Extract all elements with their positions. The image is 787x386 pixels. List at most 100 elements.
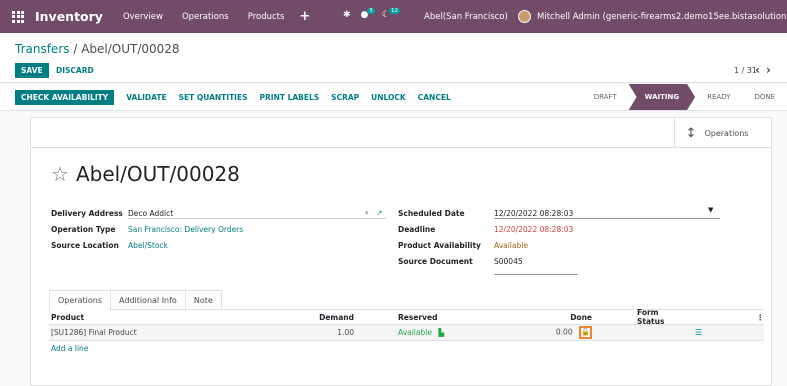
unlock-button[interactable]: UNLOCK [371,90,406,105]
field-operation-type: Operation Type San Francisco: Delivery O… [51,221,243,237]
left-fields: Delivery Address Deco Addict Operation T… [51,205,243,253]
status-bar: CHECK AVAILABILITY VALIDATE SET QUANTITI… [0,84,787,111]
table-header: Product Demand Reserved Done Form Status… [49,308,765,326]
stage-statusbar: DRAFT WAITING READY DONE [582,84,787,110]
action-buttons: CHECK AVAILABILITY VALIDATE SET QUANTITI… [15,90,463,105]
breadcrumb-transfers[interactable]: Transfers [15,42,70,56]
pager-prev-icon[interactable]: ‹ [755,63,766,77]
delivery-address-input[interactable]: Deco Addict [128,209,173,218]
apps-menu-icon[interactable] [12,10,24,23]
header-form-status[interactable]: Form Status [592,308,687,326]
row-done-value[interactable]: 0.00 [556,328,573,337]
source-document-label: Source Document [398,256,473,266]
external-link-icon[interactable]: ↗ [377,209,383,217]
activity-badge: 5 [367,8,375,14]
source-document-input[interactable]: S00045 [494,257,523,266]
field-deadline: Deadline 12/20/2022 08:28:03 [398,221,573,237]
row-product[interactable]: [SU1286] Final Product [49,328,234,337]
bug-icon[interactable]: ✱ [343,10,351,20]
pager-next-icon[interactable]: › [766,63,777,77]
cancel-button[interactable]: CANCEL [418,90,451,105]
product-availability-value: Available [494,240,528,250]
delivery-address-underline [128,218,386,219]
app-brand[interactable]: Inventory [35,9,103,24]
notebook-tabs: Operations Additional Info Note [49,290,764,311]
menu-operations[interactable]: Operations [182,12,229,22]
row-reserved-status: Available [398,328,432,337]
add-line-link[interactable]: Add a line [49,341,764,356]
check-availability-button[interactable]: CHECK AVAILABILITY [15,90,115,105]
row-demand[interactable]: 1.00 [234,328,354,337]
scheduled-date-label: Scheduled Date [398,208,465,218]
source-document-underline [494,274,578,275]
scheduled-date-caret-icon[interactable]: ▼ [708,206,713,214]
column-options-icon[interactable]: ⋮ [687,313,765,322]
tab-operations[interactable]: Operations [49,290,111,311]
field-source-location: Source Location Abel/Stock [51,237,243,253]
detailed-operations-icon[interactable]: ☰ [695,328,702,337]
company-switcher[interactable]: Abel(San Francisco) [424,0,508,33]
field-source-document: Source Document S00045 [398,253,573,269]
delivery-address-controls: ▾ ↗ [365,205,382,221]
record-name: Abel/OUT/00028 [75,162,240,186]
arrows-vertical-icon: ↕ [685,125,697,141]
operations-smart-button[interactable]: ↕ Operations [674,118,759,148]
header-product[interactable]: Product [49,313,234,322]
scheduled-date-input[interactable]: 12/20/2022 08:28:03 [494,209,573,218]
source-location-link[interactable]: Abel/Stock [128,241,168,250]
unlock-icon[interactable]: 🔓 [579,326,592,339]
delivery-address-label: Delivery Address [51,208,123,218]
star-icon[interactable]: ☆ [51,162,69,186]
form-sheet: ↕ Operations ☆ Abel/OUT/00028 Delivery A… [30,117,772,386]
top-navbar: Inventory Overview Operations Products +… [0,0,787,33]
stage-draft: DRAFT [593,93,617,101]
header-reserved[interactable]: Reserved [354,313,494,322]
page-title: ☆ Abel/OUT/00028 [51,162,240,186]
dropdown-caret-icon[interactable]: ▾ [365,209,369,217]
product-availability-label: Product Availability [398,240,481,250]
save-button[interactable]: SAVE [15,63,49,78]
scrap-button[interactable]: SCRAP [331,90,359,105]
messages-badge: 12 [388,8,400,14]
operation-type-label: Operation Type [51,224,116,234]
tab-additional-info[interactable]: Additional Info [109,290,186,310]
header-demand[interactable]: Demand [234,313,354,322]
right-fields: Scheduled Date 12/20/2022 08:28:03 Deadl… [398,205,573,269]
control-panel: Transfers / Abel/OUT/00028 SAVE DISCARD … [0,33,787,83]
deadline-label: Deadline [398,224,436,234]
breadcrumb-separator: / [69,42,82,56]
menu-plus[interactable]: + [299,9,310,24]
discard-button[interactable]: DISCARD [56,63,94,78]
menu-products[interactable]: Products [248,12,285,22]
moves-table: Product Demand Reserved Done Form Status… [49,308,765,356]
pager-buttons: ‹› [755,63,777,77]
row-done: 0.00 🔓 [494,326,592,339]
row-reserved: Available ▙ [354,328,494,337]
stage-waiting: WAITING [628,84,696,110]
user-menu[interactable]: Mitchell Admin (generic-firearms2.demo15… [518,0,787,33]
header-done[interactable]: Done [494,313,592,322]
table-row[interactable]: [SU1286] Final Product 1.00 Available ▙ … [49,325,764,341]
breadcrumb: Transfers / Abel/OUT/00028 [15,42,180,56]
tab-note[interactable]: Note [184,290,222,310]
row-details: ☰ [687,328,764,337]
source-location-label: Source Location [51,240,119,250]
breadcrumb-current: Abel/OUT/00028 [81,42,180,56]
menu-overview[interactable]: Overview [123,12,163,22]
button-box: ↕ Operations [31,118,771,148]
forecast-chart-icon[interactable]: ▙ [438,328,444,337]
pager-value[interactable]: 1 / 31 [734,66,757,75]
stage-ready: READY [707,93,731,101]
stage-done: DONE [754,93,775,101]
field-product-availability: Product Availability Available [398,237,573,253]
print-labels-button[interactable]: PRINT LABELS [260,90,320,105]
deadline-value: 12/20/2022 08:28:03 [494,224,574,234]
validate-button[interactable]: VALIDATE [126,90,166,105]
operation-type-link[interactable]: San Francisco: Delivery Orders [128,225,243,234]
smart-button-label: Operations [704,128,749,138]
avatar [518,10,531,23]
main-menu: Overview Operations Products + [123,9,310,24]
user-name: Mitchell Admin (generic-firearms2.demo15… [537,11,787,22]
set-quantities-button[interactable]: SET QUANTITIES [179,90,248,105]
scheduled-date-underline [494,218,720,219]
